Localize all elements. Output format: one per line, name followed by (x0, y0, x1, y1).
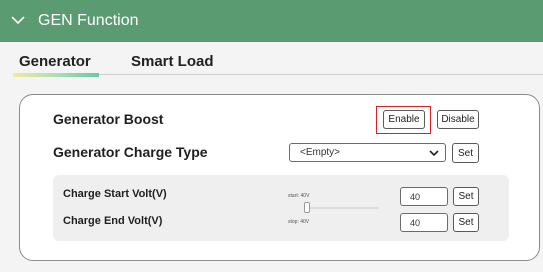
tab-generator[interactable]: Generator (19, 53, 91, 70)
section-header[interactable]: GEN Function (0, 0, 543, 42)
chevron-down-icon[interactable] (11, 15, 25, 25)
charge-type-set-button[interactable]: Set (452, 143, 479, 163)
charge-end-set-button[interactable]: Set (453, 213, 479, 232)
charge-start-volt-label: Charge Start Volt(V) (63, 188, 167, 200)
active-tab-indicator (13, 73, 99, 77)
tab-smart-load[interactable]: Smart Load (131, 53, 214, 70)
disable-button[interactable]: Disable (437, 110, 479, 129)
enable-button[interactable]: Enable (383, 110, 425, 129)
charge-start-volt-input[interactable]: 40 (400, 187, 448, 206)
volt-slider-thumb[interactable] (304, 202, 310, 213)
generator-charge-type-label: Generator Charge Type (53, 144, 208, 160)
volt-slider-track[interactable] (307, 207, 379, 209)
section-title: GEN Function (38, 12, 139, 29)
tab-bar: Generator Smart Load (19, 50, 543, 75)
charge-type-value: <Empty> (300, 147, 341, 158)
charge-end-volt-label: Charge End Volt(V) (63, 215, 163, 227)
end-slider-label: stop: 40V (288, 219, 310, 225)
chevron-down-icon (429, 150, 439, 157)
charge-start-set-button[interactable]: Set (453, 187, 479, 206)
start-slider-label: start: 40V (288, 193, 310, 199)
charge-type-select[interactable]: <Empty> (289, 143, 446, 162)
generator-boost-label: Generator Boost (53, 111, 164, 127)
charge-end-volt-input[interactable]: 40 (400, 213, 448, 232)
